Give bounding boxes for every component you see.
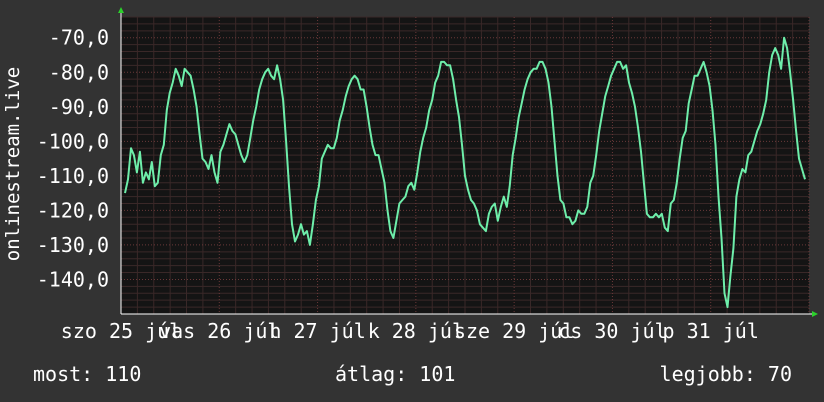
chart: -70,0 -80,0 -90,0 -100,0 -110,0 -120,0 -130,0 -… [0,0,824,402]
y-tick-label: -110,0 [37,164,109,188]
current-value-label: most: 110 [33,362,142,386]
x-tick-label: p 31 júl [663,319,759,343]
y-tick-label: -70,0 [49,26,109,50]
y-axis-label: onlinestream.live [2,67,24,261]
y-tick-label: -80,0 [49,60,109,84]
x-tick-label: sze 29 júl [454,319,574,343]
y-tick-label: -100,0 [37,129,109,153]
x-tick-label: cs 30 júl [558,319,666,343]
y-tick-label: -130,0 [37,233,109,257]
best-value-label: legjobb: 70 [659,362,792,386]
x-tick-label: h 27 júl [269,319,365,343]
x-tick-label: vas 26 júl [159,319,279,343]
y-tick-label: -140,0 [37,267,109,291]
y-tick-label: -120,0 [37,198,109,222]
average-value-label: átlag: 101 [335,362,456,386]
x-tick-label: k 28 júl [368,319,464,343]
y-tick-label: -90,0 [49,95,109,119]
x-tick-labels: szo 25 júlvas 26 júlh 27 júl k 28 júlsze … [61,319,759,343]
